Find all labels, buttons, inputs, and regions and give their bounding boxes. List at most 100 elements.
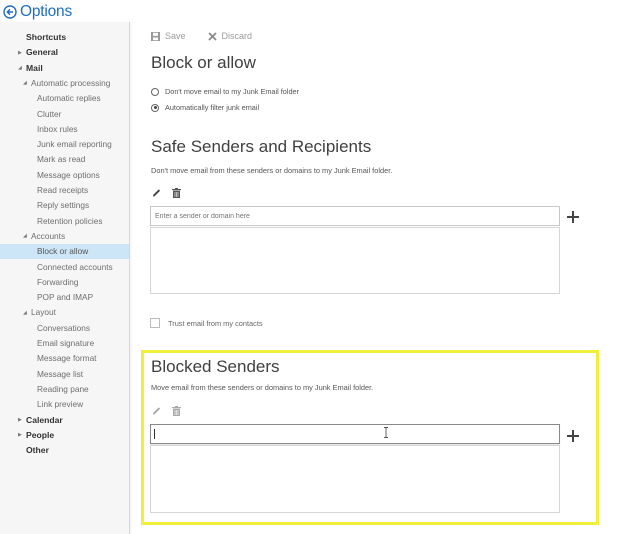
back-button[interactable]: Options bbox=[3, 3, 72, 21]
radio-button[interactable] bbox=[151, 103, 159, 112]
sidebar-item-message-options[interactable]: Message options bbox=[0, 168, 129, 183]
sidebar-item-mark-as-read[interactable]: Mark as read bbox=[0, 152, 129, 167]
collapsed-arrow-icon[interactable]: ▶ bbox=[18, 46, 26, 61]
sidebar-item-label: Automatic replies bbox=[37, 93, 101, 104]
back-arrow-circle-icon bbox=[3, 5, 17, 19]
text-caret bbox=[154, 429, 155, 439]
sidebar-item-label: Calendar bbox=[26, 414, 63, 425]
sidebar-item-layout[interactable]: ◢ Layout bbox=[0, 305, 129, 320]
add-blocked-sender-button[interactable] bbox=[567, 430, 579, 442]
sidebar-item-label: Block or allow bbox=[37, 246, 89, 257]
add-safe-sender-button[interactable] bbox=[567, 211, 579, 223]
sidebar-item-label: Message list bbox=[37, 368, 84, 379]
sidebar-item-label: People bbox=[26, 429, 55, 440]
sidebar-item-link-preview[interactable]: Link preview bbox=[0, 397, 129, 412]
sidebar-item-label: Connected accounts bbox=[37, 261, 113, 272]
sidebar-item-label: Conversations bbox=[37, 322, 91, 333]
sidebar-item-label: POP and IMAP bbox=[37, 292, 94, 303]
safe-senders-heading: Safe Senders and Recipients bbox=[151, 137, 372, 156]
radio-label: Automatically filter junk email bbox=[165, 103, 260, 112]
sidebar-item-label: Retention policies bbox=[37, 215, 103, 226]
sidebar-item-label: Email signature bbox=[37, 338, 95, 348]
sidebar-item-message-format[interactable]: Message format bbox=[0, 351, 129, 366]
sidebar-item-email-signature[interactable]: Email signature bbox=[0, 336, 129, 351]
sidebar-item-people[interactable]: ▶ People bbox=[0, 428, 129, 443]
sidebar-item-inbox-rules[interactable]: Inbox rules bbox=[0, 122, 129, 137]
save-button[interactable]: Save bbox=[151, 31, 186, 41]
sidebar-item-shortcuts[interactable]: Shortcuts bbox=[0, 30, 129, 45]
safe-senders-description: Don't move email from these senders or d… bbox=[151, 166, 393, 175]
sidebar-item-conversations[interactable]: Conversations bbox=[0, 321, 129, 336]
sidebar-item-automatic-replies[interactable]: Automatic replies bbox=[0, 91, 129, 106]
edit-pencil-icon[interactable] bbox=[152, 188, 161, 198]
main-panel: Save Discard Block or allow Don't move e… bbox=[131, 22, 619, 534]
sidebar-item-other[interactable]: Other bbox=[0, 443, 129, 458]
save-label: Save bbox=[165, 31, 186, 41]
radio-button[interactable] bbox=[151, 87, 159, 96]
sidebar-item-label: Reply settings bbox=[37, 200, 90, 211]
sidebar-item-label: Message options bbox=[37, 169, 100, 180]
sidebar-item-label: Mark as read bbox=[37, 154, 86, 165]
sidebar-item-block-or-allow[interactable]: Block or allow bbox=[0, 244, 129, 260]
blocked-sender-input[interactable] bbox=[150, 424, 560, 444]
toolbar: Save Discard bbox=[151, 31, 274, 41]
trust-contacts-checkbox[interactable] bbox=[150, 318, 160, 328]
header: Options bbox=[0, 0, 619, 24]
block-or-allow-heading: Block or allow bbox=[151, 53, 256, 72]
discard-label: Discard bbox=[221, 31, 253, 41]
sidebar-item-label: Message format bbox=[37, 353, 97, 364]
close-icon bbox=[207, 31, 217, 41]
sidebar-item-label: Automatic processing bbox=[31, 77, 111, 88]
sidebar-item-label: Other bbox=[26, 445, 49, 456]
radio-auto-filter[interactable]: Automatically filter junk email bbox=[151, 103, 259, 112]
sidebar-item-junk-email-reporting[interactable]: Junk email reporting bbox=[0, 137, 129, 152]
radio-dont-move[interactable]: Don't move email to my Junk Email folder bbox=[151, 87, 299, 96]
sidebar-item-automatic-processing[interactable]: ◢ Automatic processing bbox=[0, 76, 129, 91]
sidebar-item-reading-pane[interactable]: Reading pane bbox=[0, 382, 129, 397]
sidebar-item-retention-policies[interactable]: Retention policies bbox=[0, 214, 129, 229]
blocked-senders-list[interactable] bbox=[150, 445, 560, 513]
delete-trash-icon[interactable] bbox=[172, 406, 181, 416]
sidebar-item-label: Shortcuts bbox=[26, 32, 67, 42]
collapsed-arrow-icon[interactable]: ▶ bbox=[18, 428, 26, 443]
sidebar-item-connected-accounts[interactable]: Connected accounts bbox=[0, 260, 129, 275]
sidebar-item-label: Clutter bbox=[37, 108, 62, 119]
page-title: Options bbox=[20, 3, 73, 20]
sidebar-item-pop-and-imap[interactable]: POP and IMAP bbox=[0, 290, 129, 305]
trust-contacts-option[interactable]: Trust email from my contacts bbox=[150, 318, 263, 328]
blocked-senders-heading: Blocked Senders bbox=[151, 357, 280, 376]
collapsed-arrow-icon[interactable]: ▶ bbox=[18, 413, 26, 428]
sidebar-item-label: Inbox rules bbox=[37, 123, 78, 134]
safe-senders-actions bbox=[152, 188, 192, 198]
sidebar-item-read-receipts[interactable]: Read receipts bbox=[0, 183, 129, 198]
sidebar-item-label: Mail bbox=[26, 62, 43, 73]
delete-trash-icon[interactable] bbox=[172, 188, 181, 198]
blocked-senders-description: Move email from these senders or domains… bbox=[151, 383, 374, 392]
sidebar-item-reply-settings[interactable]: Reply settings bbox=[0, 198, 129, 213]
expanded-arrow-icon[interactable]: ◢ bbox=[23, 229, 31, 244]
sidebar-item-accounts[interactable]: ◢ Accounts bbox=[0, 229, 129, 244]
sidebar: Shortcuts ▶ General ◢ Mail ◢ Automatic process… bbox=[0, 22, 133, 534]
sidebar-item-label: Reading pane bbox=[37, 383, 89, 394]
safe-senders-list[interactable] bbox=[150, 227, 560, 294]
sidebar-item-label: Forwarding bbox=[37, 276, 79, 287]
expanded-arrow-icon[interactable]: ◢ bbox=[23, 76, 31, 91]
expanded-arrow-icon[interactable]: ◢ bbox=[18, 61, 26, 76]
expanded-arrow-icon[interactable]: ◢ bbox=[23, 306, 31, 321]
sidebar-item-message-list[interactable]: Message list bbox=[0, 367, 129, 382]
sidebar-item-label: Link preview bbox=[37, 399, 84, 410]
discard-button[interactable]: Discard bbox=[207, 31, 253, 41]
safe-sender-input[interactable] bbox=[150, 206, 560, 226]
edit-pencil-icon[interactable] bbox=[152, 406, 161, 416]
sidebar-item-label: General bbox=[26, 47, 59, 58]
sidebar-item-mail[interactable]: ◢ Mail bbox=[0, 61, 129, 76]
sidebar-item-label: Accounts bbox=[31, 230, 66, 241]
sidebar-item-forwarding[interactable]: Forwarding bbox=[0, 275, 129, 290]
blocked-senders-actions bbox=[152, 406, 192, 416]
save-icon bbox=[151, 31, 160, 41]
checkbox-label: Trust email from my contacts bbox=[168, 318, 263, 328]
radio-label: Don't move email to my Junk Email folder bbox=[165, 87, 300, 96]
sidebar-item-clutter[interactable]: Clutter bbox=[0, 107, 129, 122]
sidebar-item-general[interactable]: ▶ General bbox=[0, 45, 129, 60]
sidebar-item-calendar[interactable]: ▶ Calendar bbox=[0, 413, 129, 428]
